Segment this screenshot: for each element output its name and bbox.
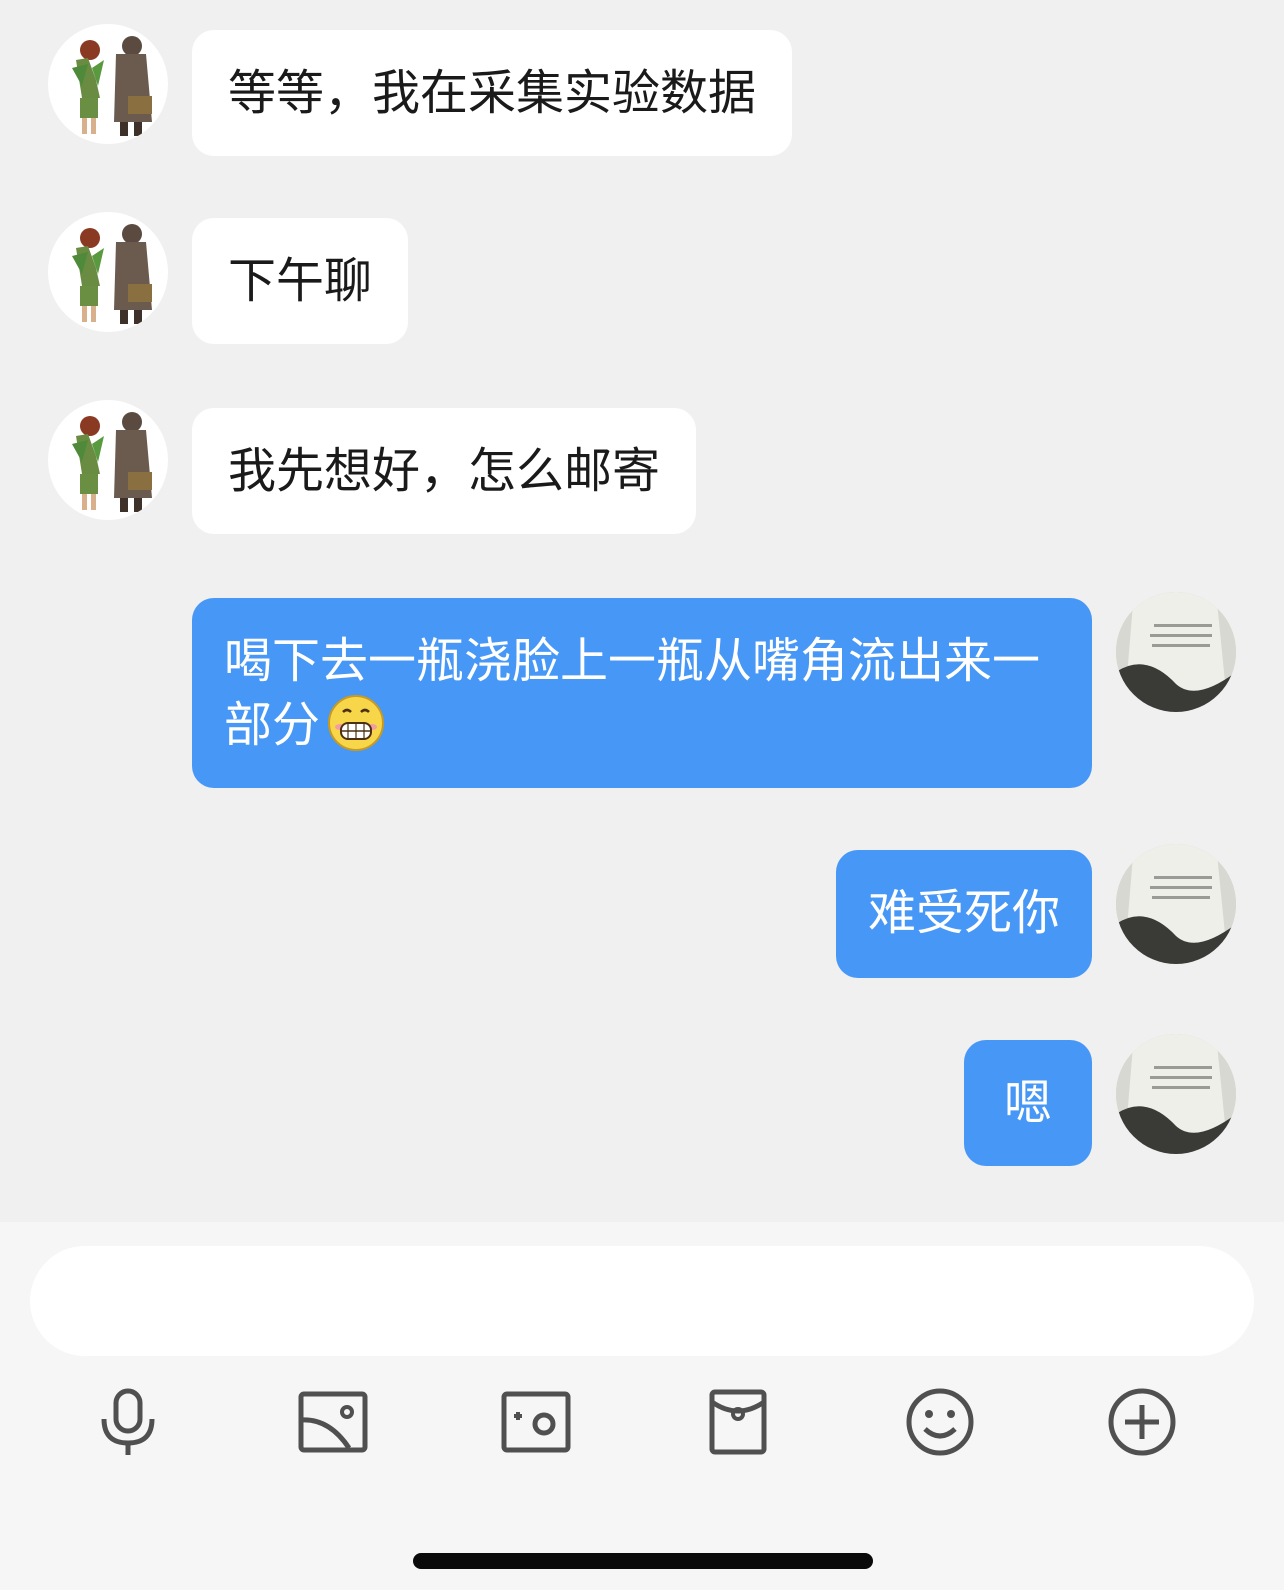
- incoming-message-bubble[interactable]: 等等，我在采集实验数据: [192, 30, 793, 156]
- grinning-face-emoji: [326, 693, 386, 769]
- contact-avatar-image: [72, 224, 152, 324]
- user-avatar-image: [1116, 844, 1236, 964]
- home-indicator[interactable]: [413, 1553, 873, 1569]
- emoji-button[interactable]: [900, 1382, 980, 1462]
- contact-avatar[interactable]: [48, 212, 168, 332]
- emoji-icon: [906, 1388, 974, 1456]
- more-button[interactable]: [1102, 1382, 1182, 1462]
- photo-button[interactable]: [293, 1382, 373, 1462]
- red-packet-button[interactable]: [698, 1382, 778, 1462]
- message-text: 嗯: [1003, 1075, 1052, 1131]
- contact-avatar-image: [72, 36, 152, 136]
- user-avatar[interactable]: [1116, 844, 1236, 964]
- image-icon: [298, 1391, 368, 1453]
- incoming-message-bubble[interactable]: 下午聊: [192, 218, 409, 344]
- microphone-icon: [101, 1388, 155, 1455]
- outgoing-message-bubble[interactable]: 嗯: [963, 1040, 1092, 1166]
- message-text: 难受死你: [867, 885, 1060, 941]
- message-text: 我先想好，怎么邮寄: [228, 443, 661, 499]
- camera-icon: [501, 1391, 571, 1453]
- add-icon: [1108, 1388, 1176, 1456]
- user-avatar-image: [1116, 592, 1236, 712]
- message-text: 下午聊: [228, 253, 373, 309]
- message-list[interactable]: 等等，我在采集实验数据 下午聊 我先想好，怎么邮寄 喝下去一瓶浇脸上一瓶从嘴角流…: [0, 0, 1284, 1222]
- message-input[interactable]: [30, 1246, 1254, 1356]
- voice-button[interactable]: [88, 1382, 168, 1462]
- user-avatar[interactable]: [1116, 592, 1236, 712]
- contact-avatar[interactable]: [48, 24, 168, 144]
- camera-button[interactable]: [496, 1382, 576, 1462]
- composer-toolbar: [0, 1382, 1284, 1462]
- outgoing-message-bubble[interactable]: 难受死你: [835, 850, 1092, 978]
- user-avatar[interactable]: [1116, 1034, 1236, 1154]
- composer-panel: [0, 1222, 1284, 1590]
- contact-avatar-image: [72, 412, 152, 512]
- incoming-message-bubble[interactable]: 我先想好，怎么邮寄: [192, 408, 697, 534]
- user-avatar-image: [1116, 1034, 1236, 1154]
- message-text: 等等，我在采集实验数据: [228, 65, 757, 121]
- red-packet-icon: [709, 1389, 767, 1455]
- outgoing-message-bubble[interactable]: 喝下去一瓶浇脸上一瓶从嘴角流出来一部分: [192, 598, 1092, 788]
- contact-avatar[interactable]: [48, 400, 168, 520]
